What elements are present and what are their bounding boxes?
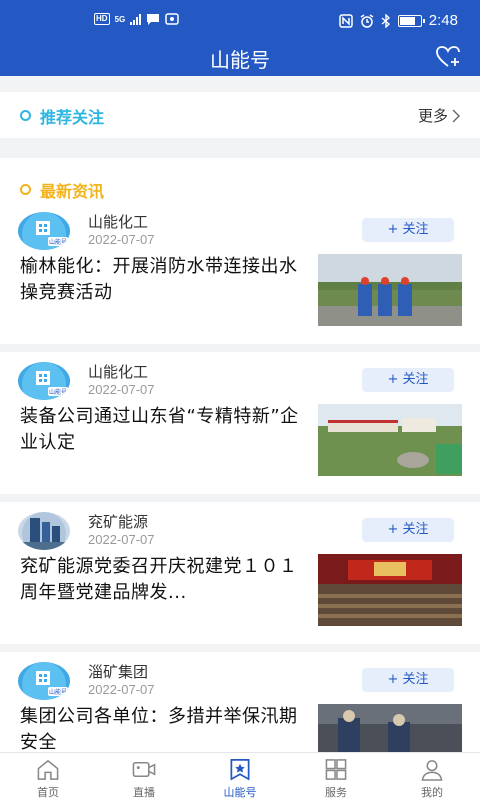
tab-label: 我的: [421, 786, 443, 799]
follow-button[interactable]: + 关注: [362, 668, 454, 692]
tab-services[interactable]: 服务: [288, 753, 384, 800]
news-dot: [20, 184, 31, 195]
avatar-badge-text: 山能号: [49, 688, 67, 696]
news-section-header: 最新资讯: [0, 158, 480, 202]
avatar-badge-text: 山能号: [49, 388, 67, 396]
grid-icon: [325, 759, 347, 780]
home-icon: [37, 759, 59, 780]
news-card[interactable]: 山能号 山能化工 2022-07-07 + 关注 装备公司通过山东省“专精特新”…: [0, 352, 480, 494]
news-title: 最新资讯: [40, 182, 105, 201]
nfc-icon: [339, 13, 353, 28]
bluetooth-icon: [381, 13, 390, 28]
source-name[interactable]: 淄矿集团: [88, 661, 148, 682]
source-avatar[interactable]: 山能号: [18, 662, 70, 700]
follow-button[interactable]: + 关注: [362, 218, 454, 242]
post-date: 2022-07-07: [88, 232, 155, 247]
post-date: 2022-07-07: [88, 532, 155, 547]
tab-shanneng[interactable]: 山能号: [192, 753, 288, 800]
video-camera-icon: [132, 762, 156, 777]
source-name[interactable]: 山能化工: [88, 211, 148, 232]
battery-level: [399, 16, 416, 25]
news-card[interactable]: 兖矿能源 2022-07-07 + 关注 兖矿能源党委召开庆祝建党１０１周年暨党…: [0, 502, 480, 644]
post-date: 2022-07-07: [88, 682, 155, 697]
source-avatar[interactable]: [18, 512, 70, 550]
article-thumbnail[interactable]: [318, 254, 462, 326]
app-screen: HD 5G 2:48 山能号 推荐关注 更多 最新资讯 山能号 山能化工 202…: [0, 0, 480, 800]
follow-button[interactable]: + 关注: [362, 518, 454, 542]
source-avatar[interactable]: 山能号: [18, 212, 70, 250]
status-bar: HD 5G 2:48: [0, 0, 480, 40]
post-date: 2022-07-07: [88, 382, 155, 397]
tab-mine[interactable]: 我的: [384, 753, 480, 800]
tab-label: 山能号: [223, 786, 257, 799]
tab-label: 服务: [325, 786, 347, 799]
tab-home[interactable]: 首页: [0, 753, 96, 800]
follow-button[interactable]: + 关注: [362, 368, 454, 392]
message-icon: [147, 14, 160, 25]
tab-live[interactable]: 直播: [96, 753, 192, 800]
article-title[interactable]: 兖矿能源党委召开庆祝建党１０１周年暨党建品牌发...: [20, 554, 304, 606]
avatar-badge-text: 山能号: [49, 238, 67, 246]
bottom-tab-bar: 首页 直播 山能号 服务 我的: [0, 752, 480, 800]
more-label: 更多: [417, 107, 448, 125]
status-left: HD 5G: [94, 13, 179, 25]
signal-icon: [130, 13, 142, 25]
article-thumbnail[interactable]: [318, 554, 462, 626]
source-name[interactable]: 山能化工: [88, 361, 148, 382]
recommend-dot: [20, 110, 31, 121]
tab-label: 直播: [133, 786, 155, 799]
news-card[interactable]: 山能号 山能化工 2022-07-07 + 关注 榆林能化：开展消防水带连接出水…: [0, 202, 480, 344]
more-link[interactable]: 更多: [418, 105, 460, 126]
hd-icon: HD: [94, 13, 110, 25]
battery-icon: [397, 14, 425, 27]
recommend-section: 推荐关注 更多: [0, 92, 480, 138]
network-type: 5G: [114, 14, 126, 24]
article-thumbnail[interactable]: [318, 404, 462, 476]
source-avatar[interactable]: 山能号: [18, 362, 70, 400]
article-title[interactable]: 榆林能化：开展消防水带连接出水操竞赛活动: [20, 254, 304, 306]
article-title[interactable]: 集团公司各单位：多措并举保汛期安全: [20, 704, 304, 756]
top-nav: 山能号: [0, 40, 480, 76]
article-title[interactable]: 装备公司通过山东省“专精特新”企业认定: [20, 404, 304, 456]
person-icon: [421, 760, 443, 781]
source-name[interactable]: 兖矿能源: [88, 511, 148, 532]
recommend-title: 推荐关注: [40, 108, 105, 127]
clock: 2:48: [428, 12, 458, 29]
heart-plus-icon[interactable]: [436, 46, 462, 68]
alarm-icon: [360, 13, 374, 28]
status-right: 2:48: [339, 12, 458, 29]
chevron-right-icon: [452, 109, 460, 122]
bookmark-star-icon: [230, 759, 250, 781]
vpn-icon: [165, 13, 179, 25]
tab-label: 首页: [37, 786, 59, 799]
page-title: 山能号: [210, 48, 270, 72]
